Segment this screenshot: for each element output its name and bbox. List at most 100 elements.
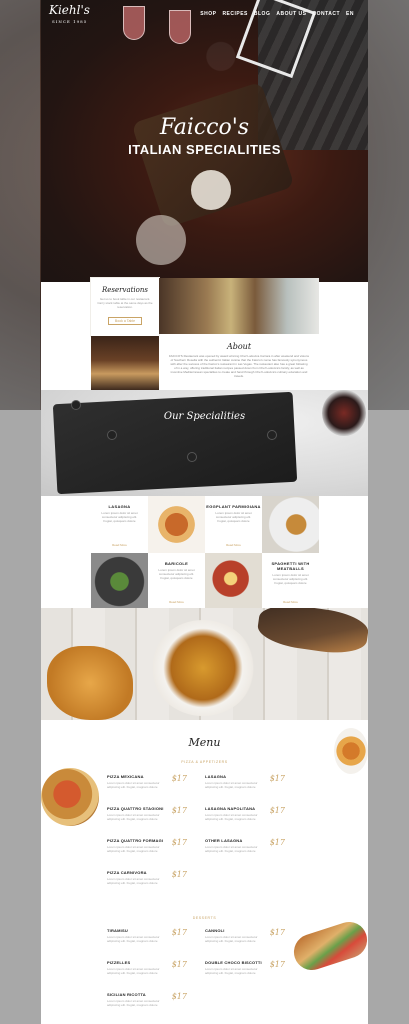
blackberry-image [267,430,277,440]
menu-item-desc: Lorem ipsum dolor sit amet consectetur a… [205,935,258,943]
menu-item-price: $17 [171,774,187,783]
dish-card-baricole: BARICOLE Lorem ipsum dolor sit amet cons… [148,553,205,610]
menu-item[interactable]: LASAGNA Lorem ipsum dolor sit amet conse… [205,774,285,790]
brand-logo[interactable]: Kiehl's SINCE 1985 [49,4,90,28]
dishes-grid: LASAGNA Lorem ipsum dolor sit amet conse… [91,496,319,610]
menu-item-price: $17 [171,806,187,815]
restaurant-interior-image [159,278,319,334]
menu-item-price: $17 [171,928,187,937]
logo-text: Kiehl's [49,3,90,17]
menu-item-price: $17 [171,960,187,969]
menu-item-price: $17 [269,806,285,815]
menu-item[interactable]: OTHER LASAGNA Lorem ipsum dolor sit amet… [205,838,285,854]
toast-image [262,496,319,553]
category-pizza: PIZZA & APPETIZERS [181,760,228,764]
category-desserts: DESSERTS [192,916,217,920]
bread-loaf-image [255,608,368,658]
pancakes-image [148,496,205,553]
breakfast-table-image [41,608,368,720]
menu-item-desc: Lorem ipsum dolor sit amet consectetur a… [205,967,258,975]
dish-desc: Lorem ipsum dolor sit amet consectetur a… [272,573,309,585]
menu-item-price: $17 [171,870,187,879]
dish-name: SPAGHETTI WITH MEATBALLS [271,561,310,571]
about-text: FAICCO'S Restaurant was opened by award … [169,354,309,378]
dish-desc: Lorem ipsum dolor sit amet consectetur a… [215,511,252,523]
pasta-image [334,728,368,774]
nav-item-blog[interactable]: BLOG [254,11,270,17]
menu-item-desc: Lorem ipsum dolor sit amet consectetur a… [107,845,160,853]
pizza-image [41,768,99,826]
blackberry-image [187,452,197,462]
menu-item-price: $17 [269,774,285,783]
hero-headline: ITALIAN SPECIALITIES [128,142,281,157]
menu-title: Menu [188,736,221,749]
hero-title: Faicco's ITALIAN SPECIALITIES [41,115,368,157]
menu-section: Menu PIZZA & APPETIZERS PIZZA MEXICANA L… [41,720,368,1024]
specialities-banner: Our Specialities [41,390,368,496]
menu-item-price: $17 [269,838,285,847]
dish-desc: Lorem ipsum dolor sit amet consectetur a… [101,511,138,523]
logo-tagline: SINCE 1985 [52,19,88,24]
croissant-image [47,646,133,720]
plate-image [191,170,231,210]
nav-item-contact[interactable]: CONTACT [312,11,340,17]
salad-image [91,553,148,610]
menu-item[interactable]: PIZZA CARNIVORA Lorem ipsum dolor sit am… [107,870,187,886]
plate-image [136,215,186,265]
menu-item[interactable]: LASAGNA NAPOLITANA Lorem ipsum dolor sit… [205,806,285,822]
menu-item[interactable]: TIRAMISU Lorem ipsum dolor sit amet cons… [107,928,187,944]
blackberry-image [107,430,117,440]
menu-item[interactable]: DOUBLE CHOCO BISCOTTI Lorem ipsum dolor … [205,960,285,976]
menu-item-desc: Lorem ipsum dolor sit amet consectetur a… [205,813,258,821]
hero-script-title: Faicco's [159,115,250,140]
menu-item-desc: Lorem ipsum dolor sit amet consectetur a… [107,999,160,1007]
menu-item-price: $17 [269,960,285,969]
bowl-image [151,620,255,716]
nav-item-language[interactable]: EN [346,11,354,17]
read-more-link[interactable]: Read More [91,543,148,547]
eggs-image [205,553,262,610]
nav-item-shop[interactable]: SHOP [200,11,216,17]
dish-name: BARICOLE [164,561,189,566]
reservations-title: Reservations [102,286,148,294]
menu-item-desc: Lorem ipsum dolor sit amet consectetur a… [107,781,160,789]
reservations-card: Reservations Get us to book table in our… [91,278,159,336]
nav-menu: SHOP RECIPES BLOG ABOUT US CONTACT EN [200,11,354,17]
specialities-title: Our Specialities [163,411,246,422]
menu-item[interactable]: PIZZELLES Lorem ipsum dolor sit amet con… [107,960,187,976]
read-more-link[interactable]: Read More [262,600,319,604]
menu-item[interactable]: PIZZA QUATTRO FORMAGI Lorem ipsum dolor … [107,838,187,854]
menu-item[interactable]: PIZZA MEXICANA Lorem ipsum dolor sit ame… [107,774,187,790]
dish-card-lasagna: LASAGNA Lorem ipsum dolor sit amet conse… [91,496,148,553]
dish-card-eggplant: EGGPLANT PARMIGIANA Lorem ipsum dolor si… [205,496,262,553]
about-card: About FAICCO'S Restaurant was opened by … [159,336,319,390]
dish-name: LASAGNA [108,504,131,509]
menu-item[interactable]: PIZZA QUATTRO STAGIONI Lorem ipsum dolor… [107,806,187,822]
nav-item-recipes[interactable]: RECIPES [222,11,247,17]
menu-item-desc: Lorem ipsum dolor sit amet consectetur a… [205,845,258,853]
menu-item-desc: Lorem ipsum dolor sit amet consectetur a… [107,813,160,821]
bar-image [91,336,159,390]
slate-board-image [52,391,298,495]
read-more-link[interactable]: Read More [205,543,262,547]
menu-item-desc: Lorem ipsum dolor sit amet consectetur a… [107,877,160,885]
page: Kiehl's SINCE 1985 SHOP RECIPES BLOG ABO… [41,0,368,1024]
menu-item-price: $17 [171,838,187,847]
menu-item[interactable]: CANNOLI Lorem ipsum dolor sit amet conse… [205,928,285,944]
read-more-link[interactable]: Read More [148,600,205,604]
menu-item-desc: Lorem ipsum dolor sit amet consectetur a… [205,781,258,789]
book-table-button[interactable]: Book a Table [107,317,143,325]
menu-item[interactable]: SICILIAN RICOTTA Lorem ipsum dolor sit a… [107,992,187,1008]
top-nav: Kiehl's SINCE 1985 SHOP RECIPES BLOG ABO… [41,0,368,30]
dish-desc: Lorem ipsum dolor sit amet consectetur a… [158,568,195,580]
menu-item-price: $17 [269,928,285,937]
dish-card-spaghetti: SPAGHETTI WITH MEATBALLS Lorem ipsum dol… [262,553,319,610]
blackberry-image [71,400,81,410]
hero-section: Kiehl's SINCE 1985 SHOP RECIPES BLOG ABO… [41,0,368,282]
menu-item-desc: Lorem ipsum dolor sit amet consectetur a… [107,967,160,975]
menu-item-desc: Lorem ipsum dolor sit amet consectetur a… [107,935,160,943]
nav-item-about[interactable]: ABOUT US [276,11,306,17]
reservations-text: Get us to book table in our restaurant. … [97,297,153,309]
about-title: About [226,342,252,351]
menu-item-price: $17 [171,992,187,1001]
